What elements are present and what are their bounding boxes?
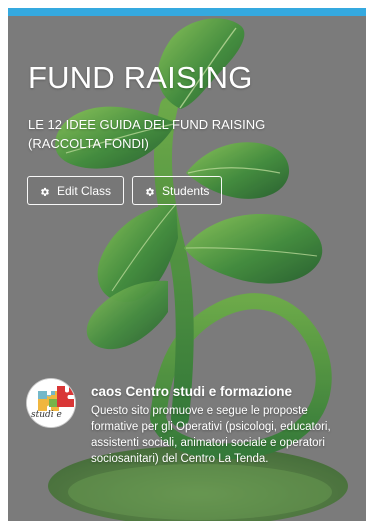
avatar: studi e	[27, 379, 75, 427]
class-subtitle: LE 12 IDEE GUIDA DEL FUND RAISING (RACCO…	[28, 117, 266, 151]
card-top-accent	[8, 8, 366, 16]
edit-class-label: Edit Class	[57, 183, 112, 198]
gear-icon	[40, 186, 50, 196]
students-button[interactable]: Students	[132, 176, 223, 205]
gear-icon	[145, 186, 155, 196]
class-actions: Edit Class Students	[27, 176, 223, 205]
avatar-text: studi e	[31, 410, 62, 420]
edit-class-button[interactable]: Edit Class	[27, 176, 125, 205]
owner-description: Questo sito promuove e segue le proposte…	[91, 405, 331, 465]
card-content: FUND RAISING LE 12 IDEE GUIDA DEL FUND R…	[8, 8, 366, 521]
students-label: Students	[162, 183, 210, 198]
class-title: FUND RAISING	[28, 60, 253, 95]
owner-name[interactable]: caos Centro studi e formazione	[91, 384, 292, 399]
class-card: FUND RAISING LE 12 IDEE GUIDA DEL FUND R…	[8, 8, 366, 521]
